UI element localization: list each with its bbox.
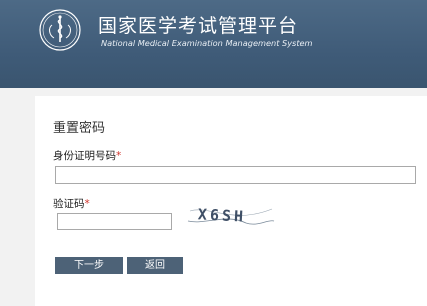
site-title: 国家医学考试管理平台 <box>98 15 299 37</box>
site-subtitle: National Medical Examination Management … <box>101 38 313 48</box>
header-banner: 国家医学考试管理平台 National Medical Examination … <box>0 0 427 55</box>
captcha-image[interactable]: X6SH <box>186 199 276 229</box>
required-mark: * <box>84 198 90 210</box>
id-number-label: 身份证明号码* <box>53 148 121 163</box>
captcha-input[interactable] <box>57 213 172 230</box>
site-header: 国家医学考试管理平台 National Medical Examination … <box>0 0 427 88</box>
required-mark: * <box>116 150 122 162</box>
captcha-label-text: 验证码 <box>53 198 85 210</box>
page-title: 重置密码 <box>53 121 106 136</box>
next-step-button[interactable]: 下一步 <box>55 257 123 274</box>
reset-password-card: 重置密码 身份证明号码* 验证码* X6SH 下一步 返回 <box>35 96 427 306</box>
captcha-text: X6SH <box>197 205 246 225</box>
back-button[interactable]: 返回 <box>127 257 183 274</box>
captcha-label: 验证码* <box>53 196 90 211</box>
id-number-label-text: 身份证明号码 <box>53 150 116 162</box>
id-number-input[interactable] <box>55 166 416 184</box>
medical-exam-emblem-icon <box>39 9 81 51</box>
